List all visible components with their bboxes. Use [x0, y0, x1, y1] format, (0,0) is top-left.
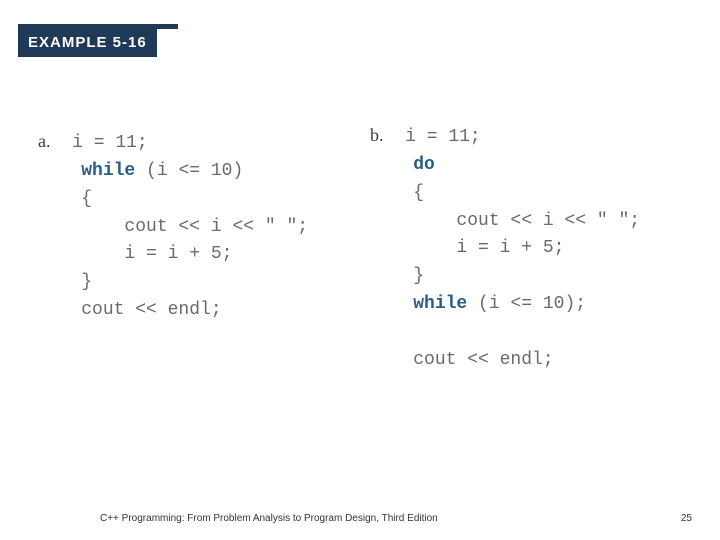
- footer-title: C++ Programming: From Problem Analysis t…: [100, 513, 438, 524]
- label-b: b.: [370, 125, 384, 145]
- keyword-while-a: while: [81, 161, 135, 181]
- code-b-l9: cout << endl;: [413, 350, 553, 370]
- code-b-l6: }: [413, 266, 424, 286]
- code-b-l1: i = 11;: [405, 127, 481, 147]
- keyword-while-b: while: [413, 294, 467, 314]
- code-b-l7: (i <= 10);: [467, 294, 586, 314]
- code-a-l1: i = 11;: [72, 133, 148, 153]
- code-a-l6: }: [81, 272, 92, 292]
- code-a-l3: {: [81, 189, 92, 209]
- footer-page-number: 25: [681, 513, 692, 524]
- code-a-l2: (i <= 10): [135, 161, 243, 181]
- code-b-l5: i = i + 5;: [413, 238, 564, 258]
- keyword-do-b: do: [413, 155, 435, 175]
- label-a: a.: [38, 131, 51, 151]
- code-b-l4: cout << i << " ";: [413, 211, 640, 231]
- code-b-l3: {: [413, 183, 424, 203]
- example-header: EXAMPLE 5-16: [18, 28, 157, 57]
- code-column-b: b. i = 11; do { cout << i << " "; i = i …: [370, 94, 640, 375]
- code-a-l7: cout << endl;: [81, 300, 221, 320]
- code-a-l4: cout << i << " ";: [81, 217, 308, 237]
- code-a-l5: i = i + 5;: [81, 244, 232, 264]
- code-column-a: a. i = 11; while (i <= 10) { cout << i <…: [38, 100, 308, 325]
- example-badge: EXAMPLE 5-16: [18, 28, 157, 57]
